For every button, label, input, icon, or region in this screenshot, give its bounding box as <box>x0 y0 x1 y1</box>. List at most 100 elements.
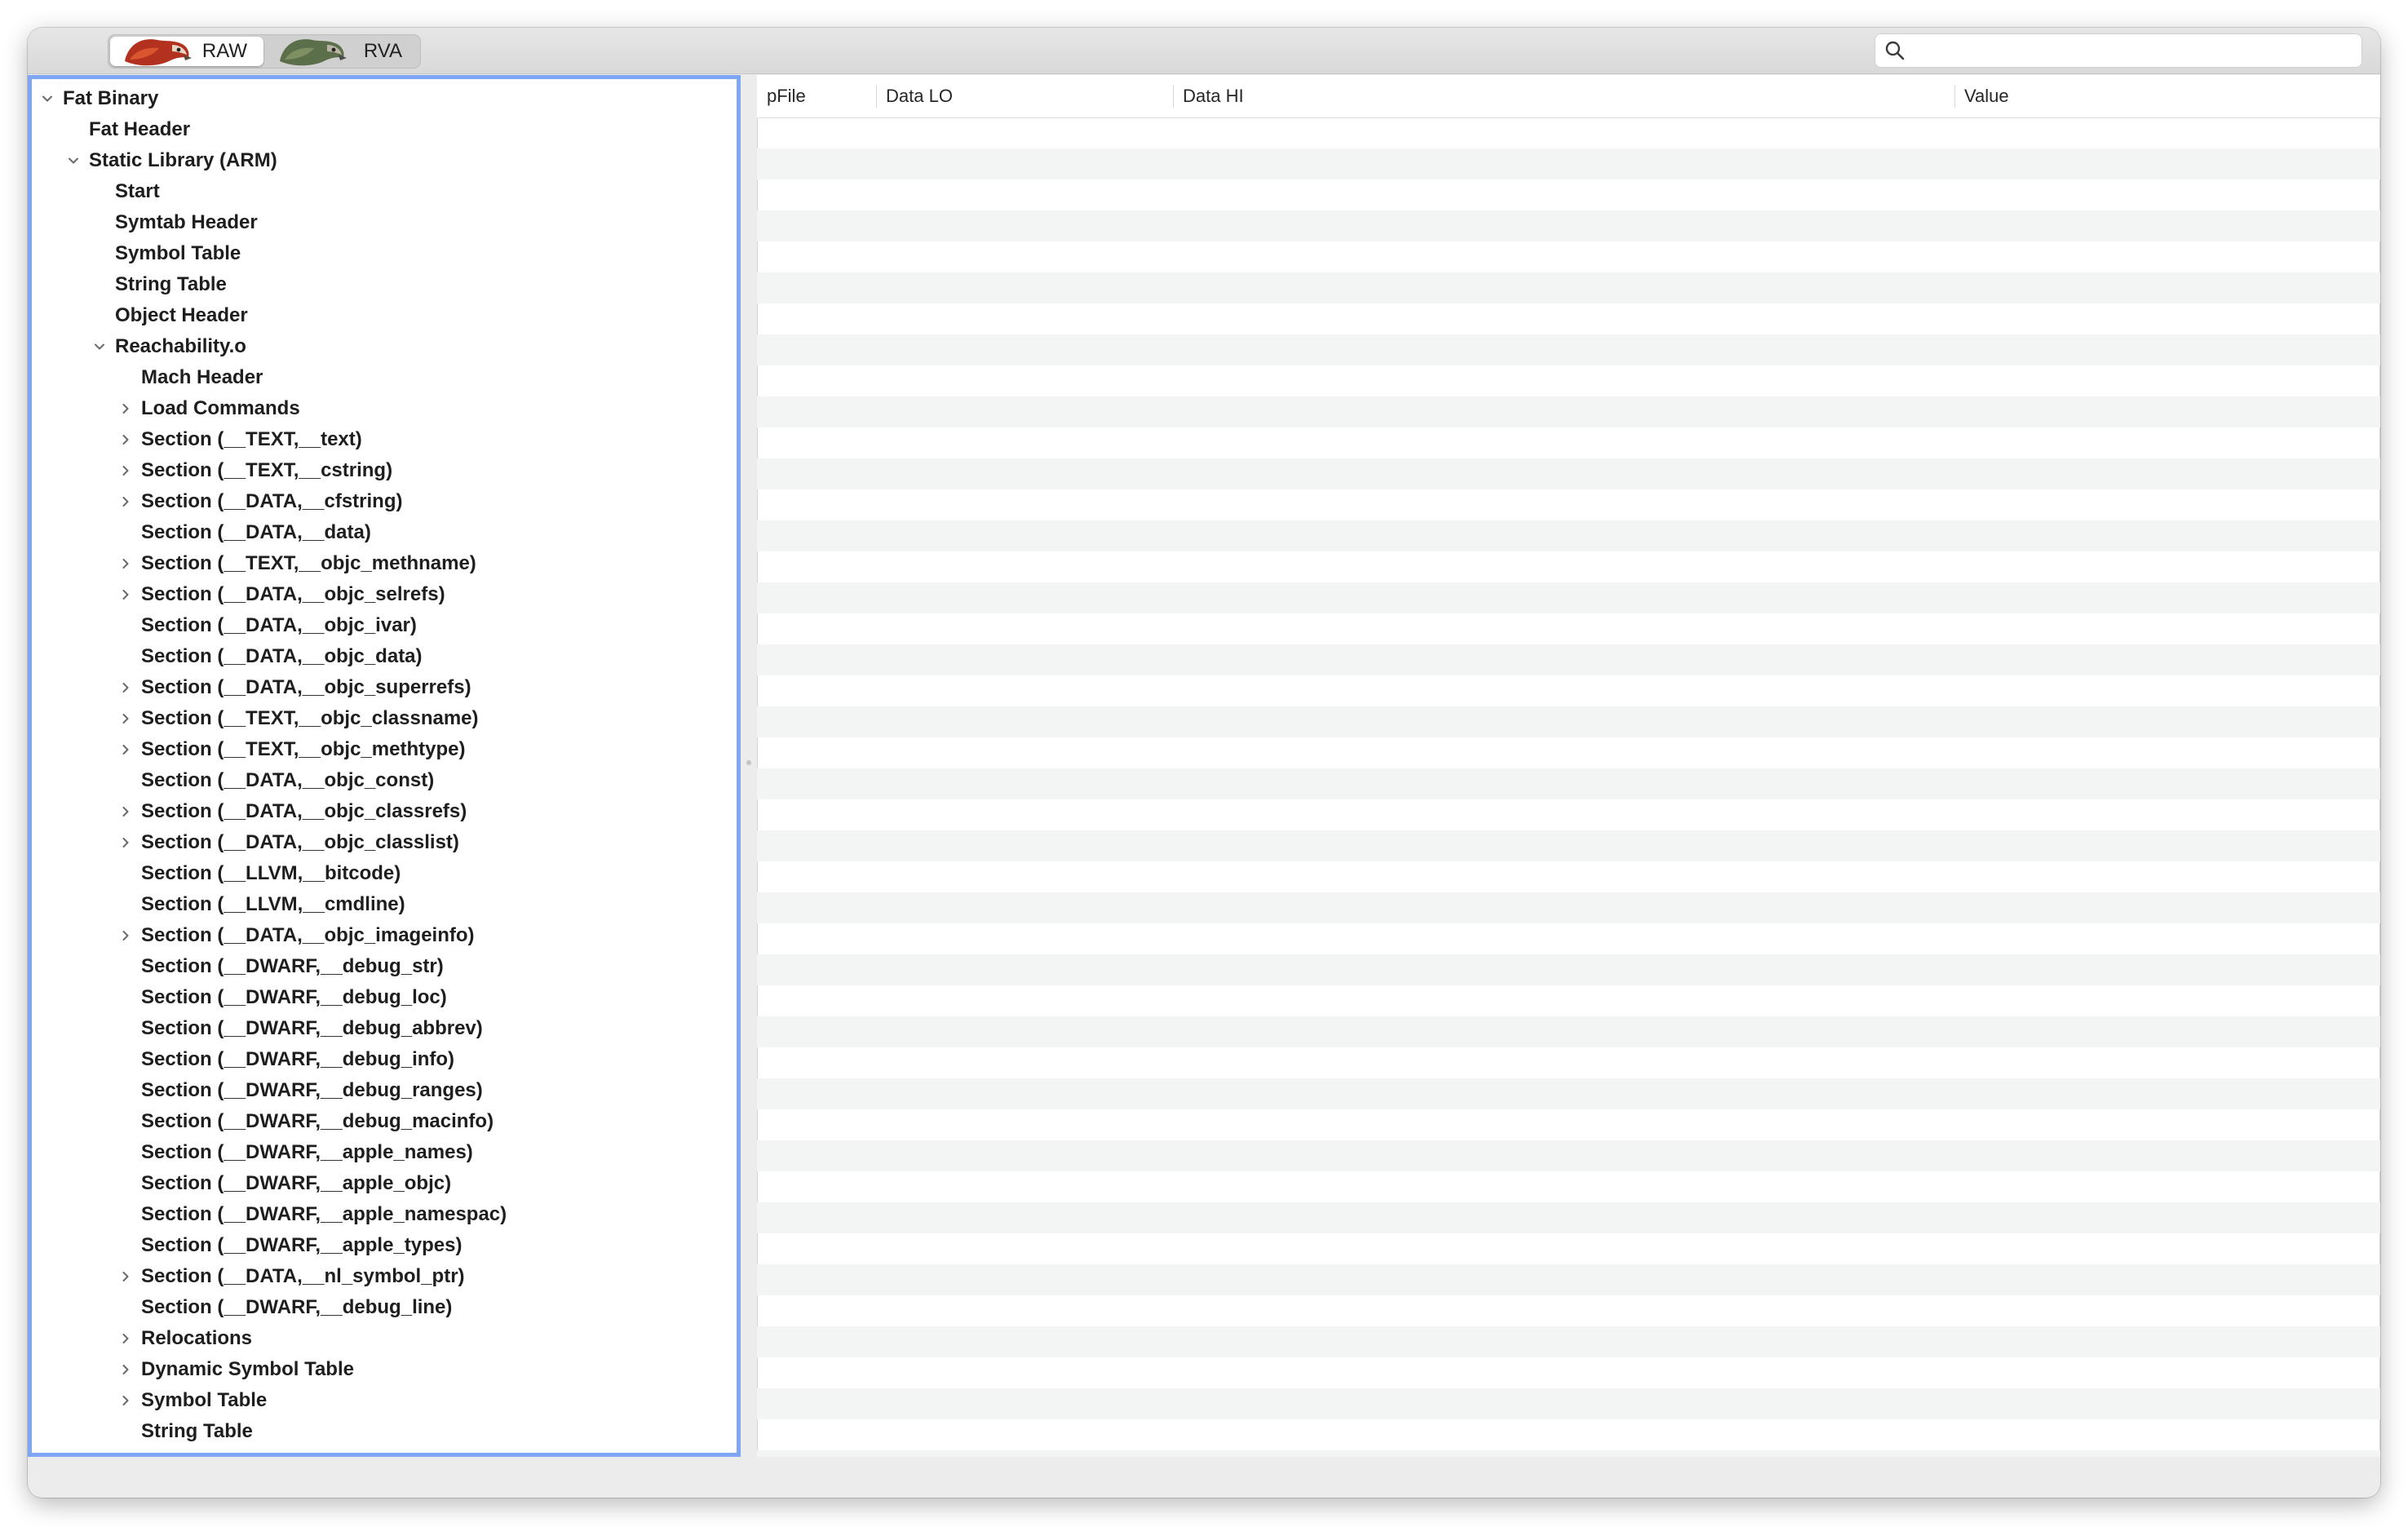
split-view-divider[interactable] <box>741 75 757 1457</box>
tree-row-label: Section (__DWARF,__debug_macinfo) <box>141 1110 494 1132</box>
chevron-right-icon[interactable] <box>117 1323 135 1354</box>
column-header-data-hi[interactable]: Data HI <box>1183 75 1244 117</box>
chevron-right-icon[interactable] <box>117 548 135 579</box>
tree-row[interactable]: Section (__DWARF,__debug_str) <box>32 951 737 982</box>
tree-row[interactable]: Section (__DWARF,__debug_info) <box>32 1044 737 1075</box>
chevron-right-icon[interactable] <box>117 703 135 734</box>
tree-row[interactable]: Section (__DATA,__objc_selrefs) <box>32 579 737 610</box>
tree-row[interactable]: String Table <box>32 1416 737 1447</box>
chevron-right-icon[interactable] <box>117 827 135 858</box>
tree-row[interactable]: Section (__TEXT,__objc_methtype) <box>32 734 737 765</box>
chevron-right-icon[interactable] <box>117 672 135 703</box>
tree-row[interactable]: Section (__DATA,__objc_superrefs) <box>32 672 737 703</box>
tree-row[interactable]: Fat Header <box>32 114 737 145</box>
tree-row[interactable]: Section (__TEXT,__text) <box>32 424 737 455</box>
tree-row-label: Section (__DWARF,__debug_line) <box>141 1296 453 1318</box>
tree-row[interactable]: Section (__TEXT,__cstring) <box>32 455 737 486</box>
chevron-down-icon[interactable] <box>64 145 82 176</box>
tree-row-label: Fat Binary <box>63 87 159 109</box>
column-header-data-lo[interactable]: Data LO <box>886 75 953 117</box>
column-separator[interactable] <box>876 85 877 108</box>
tree-row[interactable]: Section (__DWARF,__apple_types) <box>32 1230 737 1261</box>
chevron-right-icon[interactable] <box>117 455 135 486</box>
table-header: pFile Data LO Data HI Value <box>757 75 2380 118</box>
table-row-stripe <box>757 458 2380 489</box>
search-input[interactable] <box>1914 37 2357 64</box>
green-parrot-icon <box>280 39 347 66</box>
column-separator[interactable] <box>1954 85 1955 108</box>
tree-row-label: Section (__DATA,__objc_classlist) <box>141 831 459 853</box>
table-row-stripe <box>757 334 2380 365</box>
tree-row[interactable]: Section (__DATA,__objc_const) <box>32 765 737 796</box>
divider-handle[interactable] <box>746 760 751 765</box>
tree-row[interactable]: Section (__DWARF,__apple_objc) <box>32 1168 737 1199</box>
tree-row[interactable]: Symtab Header <box>32 207 737 238</box>
tree-row[interactable]: Section (__DWARF,__apple_names) <box>32 1137 737 1168</box>
tree-row[interactable]: Section (__DWARF,__debug_abbrev) <box>32 1013 737 1044</box>
chevron-right-icon[interactable] <box>117 734 135 765</box>
tree-row[interactable]: Section (__DATA,__objc_classlist) <box>32 827 737 858</box>
tree-row[interactable]: Section (__DATA,__data) <box>32 517 737 548</box>
chevron-right-icon[interactable] <box>117 486 135 517</box>
tree-row[interactable]: Dynamic Symbol Table <box>32 1354 737 1385</box>
chevron-right-icon[interactable] <box>117 1385 135 1416</box>
tree-row[interactable]: Symbol Table <box>32 238 737 269</box>
view-mode-segmented-control: RAW RVA <box>108 34 421 69</box>
tree-row[interactable]: Section (__DATA,__nl_symbol_ptr) <box>32 1261 737 1292</box>
chevron-right-icon[interactable] <box>117 1261 135 1292</box>
tree-row[interactable]: Section (__DATA,__cfstring) <box>32 486 737 517</box>
chevron-right-icon[interactable] <box>117 579 135 610</box>
tree-row[interactable]: Section (__DATA,__objc_ivar) <box>32 610 737 641</box>
column-header-value[interactable]: Value <box>1964 75 2009 117</box>
tree-row[interactable]: String Table <box>32 269 737 300</box>
tree-row-label: Start <box>115 180 160 202</box>
tree-row[interactable]: Section (__TEXT,__objc_classname) <box>32 703 737 734</box>
tree-row[interactable]: Start <box>32 176 737 207</box>
tree-row[interactable]: Section (__DWARF,__debug_ranges) <box>32 1075 737 1106</box>
tree-row[interactable]: Mach Header <box>32 362 737 393</box>
chevron-right-icon[interactable] <box>117 424 135 455</box>
table-row-stripe <box>757 1078 2380 1109</box>
tree-row[interactable]: Fat Binary <box>32 83 737 114</box>
tree-row-label: Section (__TEXT,__cstring) <box>141 459 393 481</box>
table-row-stripe <box>757 396 2380 427</box>
tree-row[interactable]: Section (__DATA,__objc_data) <box>32 641 737 672</box>
tree-row-label: Section (__DWARF,__debug_info) <box>141 1048 455 1070</box>
chevron-down-icon[interactable] <box>38 83 56 114</box>
tree-row[interactable]: Section (__DWARF,__debug_macinfo) <box>32 1106 737 1137</box>
table-row-stripe <box>757 148 2380 179</box>
tree-row[interactable]: Section (__DWARF,__debug_loc) <box>32 982 737 1013</box>
raw-mode-button[interactable]: RAW <box>110 37 263 66</box>
chevron-down-icon[interactable] <box>91 331 108 362</box>
detail-table-view[interactable]: pFile Data LO Data HI Value <box>757 75 2380 1457</box>
chevron-right-icon[interactable] <box>64 1447 82 1453</box>
tree-row-label: Section (__TEXT,__text) <box>141 428 362 450</box>
column-header-pfile[interactable]: pFile <box>767 75 806 117</box>
tree-row[interactable]: Section (__LLVM,__cmdline) <box>32 889 737 920</box>
chevron-right-icon[interactable] <box>117 1354 135 1385</box>
chevron-right-icon[interactable] <box>117 796 135 827</box>
tree-row[interactable]: Reachability.o <box>32 331 737 362</box>
tree-row[interactable]: Static Library (ARM64) <box>32 1447 737 1453</box>
tree-row[interactable]: Section (__DATA,__objc_classrefs) <box>32 796 737 827</box>
column-separator[interactable] <box>1173 85 1174 108</box>
structure-outline-view[interactable]: Fat Binary Fat Header Static Library (ARM)… <box>28 75 741 1457</box>
tree-row[interactable]: Load Commands <box>32 393 737 424</box>
tree-row[interactable]: Section (__DATA,__objc_imageinfo) <box>32 920 737 951</box>
tree-row-label: Section (__DATA,__nl_symbol_ptr) <box>141 1265 465 1287</box>
rva-mode-button[interactable]: RVA <box>265 37 418 66</box>
tree-row[interactable]: Section (__DWARF,__apple_namespac) <box>32 1199 737 1230</box>
tree-row[interactable]: Section (__DWARF,__debug_line) <box>32 1292 737 1323</box>
tree-row-label: Section (__DWARF,__debug_loc) <box>141 986 447 1008</box>
tree-row[interactable]: Object Header <box>32 300 737 331</box>
tree-row[interactable]: Static Library (ARM) <box>32 145 737 176</box>
tree-row-label: Section (__DATA,__objc_imageinfo) <box>141 924 475 946</box>
tree-row[interactable]: Section (__TEXT,__objc_methname) <box>32 548 737 579</box>
table-row-stripe <box>757 1326 2380 1357</box>
tree-row[interactable]: Symbol Table <box>32 1385 737 1416</box>
tree-row[interactable]: Relocations <box>32 1323 737 1354</box>
chevron-right-icon[interactable] <box>117 920 135 951</box>
chevron-right-icon[interactable] <box>117 393 135 424</box>
tree-row[interactable]: Section (__LLVM,__bitcode) <box>32 858 737 889</box>
search-field[interactable] <box>1875 33 2362 68</box>
